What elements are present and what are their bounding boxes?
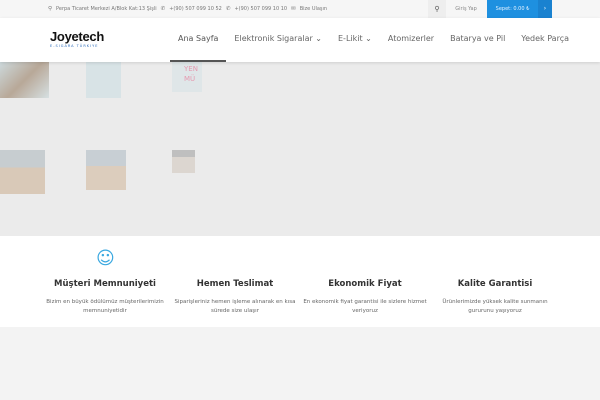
image-slider[interactable]: YEN MÜ [0,62,600,236]
nav-elektronik-sigaralar[interactable]: Elektronik Sigaralar ⌄ [226,18,330,62]
phone-2[interactable]: +(90) 507 099 10 10 [234,6,287,12]
phone-icon: ✆ [160,6,166,12]
chevron-right-icon[interactable]: › [538,0,552,18]
feature-hemen-teslimat: Hemen Teslimat Siparişleriniz hemen işlem… [174,279,296,314]
search-icon: ⚲ [434,5,440,13]
feature-ekonomik-fiyat: Ekonomik Fiyat En ekonomik fiyat garantis… [303,279,427,314]
features-section: Müşteri Memnuniyeti Bizim en büyük ödülüm… [0,236,600,327]
slider-image [172,150,195,173]
logo[interactable]: Joyetech E-SIGARA TÜRKIYE [50,30,104,48]
envelope-icon: ✉ [291,6,296,12]
cart-button[interactable]: Sepet: 0.00 ₺ [487,0,538,18]
address: Perpa Ticaret Merkezi A/Blok Kat:13 Şişl… [56,6,157,12]
slider-image [86,150,126,190]
slider-image [0,150,45,194]
top-bar: ⚲ Perpa Ticaret Merkezi A/Blok Kat:13 Şi… [0,0,600,18]
nav-atomizerler[interactable]: Atomizerler [380,18,442,62]
header: Joyetech E-SIGARA TÜRKIYE Ana Sayfa Elek… [0,18,600,62]
phone-icon: ✆ [225,6,231,12]
search-button[interactable]: ⚲ [428,0,446,18]
feature-kalite-garantisi: Kalite Garantisi Ürünlerimizde yüksek kal… [442,279,548,314]
main-nav: Ana Sayfa Elektronik Sigaralar ⌄ E-Likit… [170,18,577,62]
phone-1[interactable]: +(90) 507 099 10 52 [169,6,222,12]
login-link[interactable]: Giriş Yap [448,0,484,18]
smile-icon: ☺ [96,248,115,269]
nav-e-likit[interactable]: E-Likit ⌄ [330,18,380,62]
nav-ana-sayfa[interactable]: Ana Sayfa [170,18,227,62]
map-marker-icon: ⚲ [48,6,53,12]
slider-image [0,62,49,98]
slider-image: YEN MÜ [172,62,202,92]
nav-yedek-parca[interactable]: Yedek Parça [513,18,577,62]
nav-batarya-ve-pil[interactable]: Batarya ve Pil [442,18,513,62]
contact-link[interactable]: Bize Ulaşın [300,6,327,12]
slider-image [86,62,121,98]
